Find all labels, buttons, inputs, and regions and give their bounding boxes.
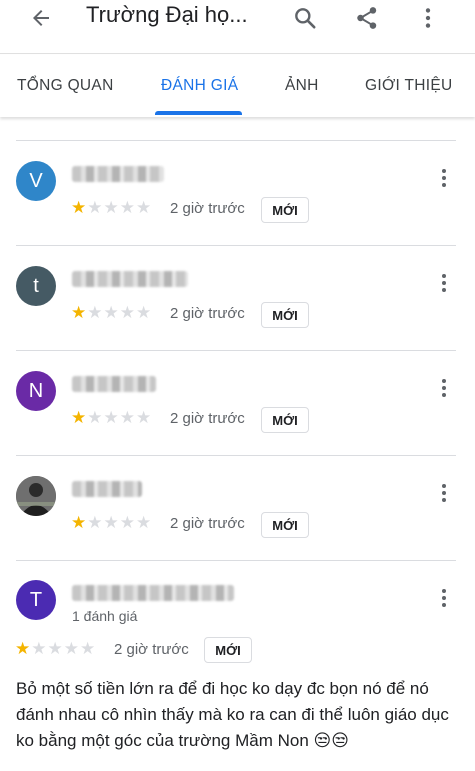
review-time: 2 giờ trước [170, 200, 245, 217]
star-empty-icon: ★ [119, 513, 135, 532]
star-filled-icon: ★ [71, 513, 87, 532]
star-empty-icon: ★ [136, 408, 152, 427]
star-empty-icon: ★ [87, 198, 103, 217]
review-time: 2 giờ trước [170, 410, 245, 427]
avatar[interactable] [16, 476, 56, 516]
tab-bar: TỔNG QUAN ĐÁNH GIÁ ẢNH GIỚI THIỆU [0, 55, 475, 117]
star-empty-icon: ★ [80, 639, 96, 658]
more-vert-icon[interactable] [436, 587, 452, 609]
star-filled-icon: ★ [15, 639, 31, 658]
reviewer-name-blurred[interactable] [72, 376, 156, 392]
new-badge: MỚI [261, 197, 309, 223]
tab-reviews[interactable]: ĐÁNH GIÁ [161, 77, 238, 95]
star-rating: ★ ★ ★ ★ ★ [71, 304, 151, 321]
star-empty-icon: ★ [136, 513, 152, 532]
active-tab-indicator [155, 111, 242, 115]
avatar-letter: t [33, 274, 39, 297]
reviewer-name-blurred[interactable] [72, 271, 188, 287]
star-empty-icon: ★ [87, 513, 103, 532]
divider [16, 245, 456, 246]
star-rating: ★ ★ ★ ★ ★ [71, 514, 151, 531]
review-count: 1 đánh giá [72, 608, 138, 624]
star-empty-icon: ★ [119, 408, 135, 427]
avatar-letter: N [28, 379, 44, 402]
reviewer-name-blurred[interactable] [72, 585, 234, 601]
more-vert-icon[interactable] [436, 377, 452, 399]
new-badge: MỚI [204, 637, 252, 663]
star-empty-icon: ★ [103, 303, 119, 322]
new-badge: MỚI [261, 407, 309, 433]
star-empty-icon: ★ [63, 639, 79, 658]
app-bar: Trường Đại họ... [0, 0, 475, 54]
avatar[interactable]: N [16, 371, 56, 411]
star-filled-icon: ★ [71, 303, 87, 322]
star-empty-icon: ★ [87, 303, 103, 322]
star-empty-icon: ★ [47, 639, 63, 658]
tab-photos[interactable]: ẢNH [285, 77, 319, 95]
avatar[interactable]: V [16, 161, 56, 201]
review-text: Bỏ một số tiền lớn ra để đi học ko dạy đ… [16, 679, 449, 750]
share-button[interactable] [353, 4, 381, 32]
reviewer-name-blurred[interactable] [72, 481, 142, 497]
more-vert-icon[interactable] [436, 482, 452, 504]
star-empty-icon: ★ [103, 513, 119, 532]
star-empty-icon: ★ [87, 408, 103, 427]
reviewer-name-blurred[interactable] [72, 166, 164, 182]
star-rating: ★ ★ ★ ★ ★ [71, 199, 151, 216]
star-empty-icon: ★ [136, 303, 152, 322]
profile-photo-icon [16, 476, 56, 516]
back-button[interactable] [26, 6, 56, 30]
divider [16, 350, 456, 351]
avatar[interactable]: t [16, 266, 56, 306]
more-vert-icon [425, 8, 431, 28]
star-empty-icon: ★ [103, 408, 119, 427]
star-filled-icon: ★ [71, 198, 87, 217]
more-vert-icon[interactable] [436, 167, 452, 189]
divider [16, 455, 456, 456]
divider [16, 140, 456, 141]
star-filled-icon: ★ [71, 408, 87, 427]
arrow-back-icon [33, 10, 49, 26]
new-badge: MỚI [261, 512, 309, 538]
review-time: 2 giờ trước [170, 305, 245, 322]
tab-overview[interactable]: TỔNG QUAN [17, 77, 114, 95]
avatar-letter: V [29, 169, 43, 192]
star-rating: ★ ★ ★ ★ ★ [71, 409, 151, 426]
page-title: Trường Đại họ... [86, 2, 248, 27]
star-empty-icon: ★ [119, 198, 135, 217]
star-empty-icon: ★ [103, 198, 119, 217]
star-empty-icon: ★ [136, 198, 152, 217]
avatar-letter: T [29, 588, 43, 611]
avatar[interactable]: T [16, 580, 56, 620]
search-icon [295, 8, 316, 29]
divider [16, 560, 456, 561]
new-badge: MỚI [261, 302, 309, 328]
search-button[interactable] [291, 4, 319, 32]
share-icon [357, 7, 377, 29]
review-time: 2 giờ trước [170, 515, 245, 532]
review-time: 2 giờ trước [114, 641, 189, 658]
tab-about[interactable]: GIỚI THIỆU [365, 77, 453, 95]
star-empty-icon: ★ [31, 639, 47, 658]
more-vert-icon[interactable] [436, 272, 452, 294]
star-empty-icon: ★ [119, 303, 135, 322]
star-rating: ★ ★ ★ ★ ★ [15, 640, 95, 657]
more-options-button[interactable] [414, 4, 442, 32]
